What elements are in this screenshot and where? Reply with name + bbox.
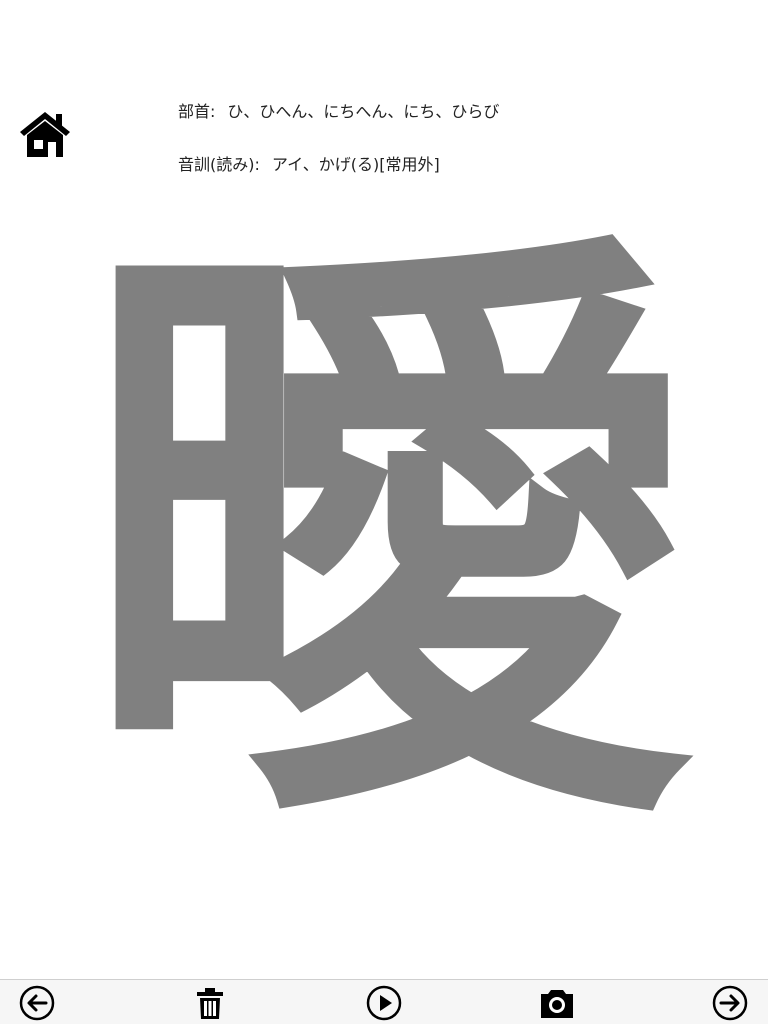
radical-label: 部首: [178,102,216,121]
delete-button[interactable] [192,985,228,1021]
play-icon [366,985,402,1021]
kanji-detail-screen: 部首: ひ、ひへん、にちへん、にち、ひらび 音訓(読み): アイ、かげ(る)[常用外… [0,0,768,1024]
kanji-character: 曖 [80,215,690,855]
back-button[interactable] [19,985,55,1021]
forward-button[interactable] [712,985,748,1021]
reading-label: 音訓(読み): [178,155,260,174]
reading-row: 音訓(読み): アイ、かげ(る)[常用外] [178,151,440,175]
home-button[interactable] [18,108,72,160]
reading-value: アイ、かげ(る)[常用外] [271,155,440,174]
trash-icon [197,988,223,1019]
back-arrow-icon [19,985,55,1021]
bottom-toolbar [0,979,768,1024]
camera-icon [541,990,573,1018]
forward-arrow-icon [712,985,748,1021]
camera-button[interactable] [539,985,575,1021]
radical-value: ひ、ひへん、にちへん、にち、ひらび [227,102,500,121]
play-button[interactable] [366,985,402,1021]
radical-row: 部首: ひ、ひへん、にちへん、にち、ひらび [178,98,499,122]
kanji-display: 曖 [30,215,740,855]
home-icon [20,112,70,157]
